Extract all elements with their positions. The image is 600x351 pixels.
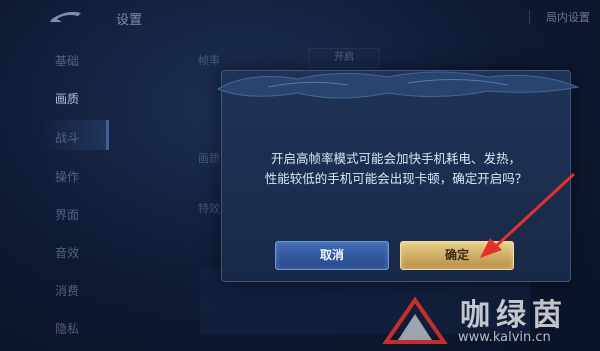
- back-arrow-icon[interactable]: [48, 7, 84, 27]
- dialog-message-line: 开启高帧率模式可能会加快手机耗电、发热，: [270, 151, 521, 166]
- sidebar-item-combat[interactable]: 战斗: [55, 129, 79, 146]
- sidebar-item-interface[interactable]: 界面: [55, 206, 79, 223]
- divider: [529, 10, 530, 24]
- watermark-logo-icon: [382, 296, 448, 344]
- cloud-ornament-icon: [216, 71, 580, 99]
- watermark-text: 咖绿茵: [460, 298, 568, 333]
- sidebar: 基础 画质 战斗 操作 界面 音效 消费 隐私: [0, 36, 109, 351]
- setting-label: 特效: [198, 202, 220, 215]
- page-title: 设置: [116, 13, 143, 28]
- watermark-url: www.kalvin.cn: [458, 330, 551, 345]
- setting-label: 画质: [198, 152, 220, 165]
- red-arrow-annotation-icon: [480, 172, 576, 258]
- sidebar-item-controls[interactable]: 操作: [55, 168, 79, 185]
- sidebar-item-basic[interactable]: 基础: [55, 52, 79, 69]
- sidebar-item-privacy[interactable]: 隐私: [55, 320, 79, 337]
- sidebar-item-sound[interactable]: 音效: [55, 244, 79, 261]
- sidebar-item-graphics[interactable]: 画质: [55, 90, 79, 107]
- watermark: 咖绿茵 www.kalvin.cn: [350, 290, 590, 350]
- sidebar-item-purchase[interactable]: 消费: [55, 282, 79, 299]
- tab-in-game-settings[interactable]: 局内设置: [546, 9, 590, 25]
- top-bar: 设置 局内设置: [0, 0, 600, 36]
- cancel-button[interactable]: 取消: [275, 241, 389, 270]
